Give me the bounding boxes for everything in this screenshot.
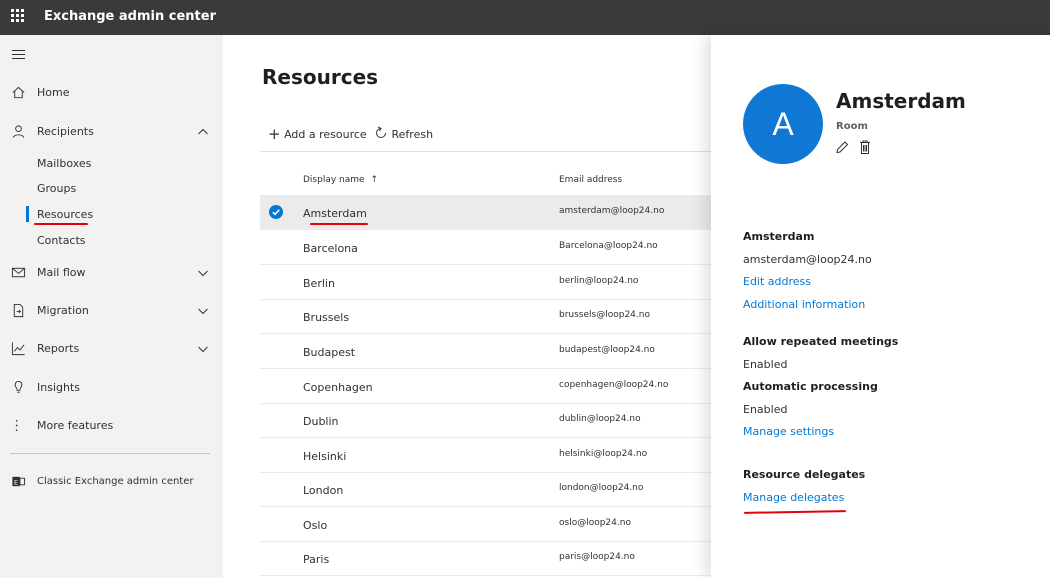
row-email: dublin@loop24.no <box>559 414 641 424</box>
plus-icon: + <box>268 125 281 143</box>
checkmark-icon[interactable] <box>269 205 283 219</box>
sidebar-item-contacts[interactable]: Contacts <box>37 234 86 247</box>
row-display-name: Brussels <box>303 311 350 324</box>
panel-title: Amsterdam <box>836 89 966 113</box>
contact-email: amsterdam@loop24.no <box>743 253 872 266</box>
main-content: Resources + Add a resource Refresh Displ… <box>223 35 711 578</box>
manage-delegates-link[interactable]: Manage delegates <box>743 491 844 504</box>
row-email: amsterdam@loop24.no <box>559 206 665 216</box>
nav-item-more-features[interactable]: More features <box>0 412 223 440</box>
row-email: budapest@loop24.no <box>559 345 655 355</box>
migration-icon <box>13 303 24 318</box>
sidebar-divider <box>10 453 210 454</box>
row-display-name: Berlin <box>303 277 335 290</box>
row-display-name: Copenhagen <box>303 381 373 394</box>
column-header-display-name[interactable]: Display name ↑ <box>303 175 378 185</box>
row-email: paris@loop24.no <box>559 552 635 562</box>
automatic-processing-value: Enabled <box>743 403 788 416</box>
row-display-name: Oslo <box>303 519 328 532</box>
nav-item-classic-eac[interactable]: E Classic Exchange admin center <box>0 468 223 496</box>
nav-item-insights[interactable]: Insights <box>0 374 223 402</box>
top-bar: Exchange admin center <box>0 0 1050 35</box>
table-row[interactable]: Barcelona Barcelona@loop24.no <box>260 230 711 265</box>
exchange-icon: E <box>12 476 26 486</box>
row-display-name: Dublin <box>303 415 339 428</box>
chevron-down-icon[interactable] <box>197 267 209 279</box>
table-row[interactable]: Oslo oslo@loop24.no <box>260 507 711 542</box>
nav-item-recipients[interactable]: Recipients <box>0 118 223 146</box>
sidebar-item-mailboxes[interactable]: Mailboxes <box>37 157 91 170</box>
home-icon <box>12 86 25 99</box>
nav-item-mail-flow[interactable]: Mail flow <box>0 259 223 287</box>
automatic-processing-heading: Automatic processing <box>743 380 878 393</box>
nav-item-home[interactable]: Home <box>0 79 223 107</box>
row-display-name: Amsterdam <box>303 207 367 220</box>
panel-subtitle: Room <box>836 121 868 132</box>
svg-text:E: E <box>14 478 18 486</box>
row-email: berlin@loop24.no <box>559 276 639 286</box>
manage-settings-link[interactable]: Manage settings <box>743 425 834 438</box>
edit-address-link[interactable]: Edit address <box>743 275 811 288</box>
resource-delegates-heading: Resource delegates <box>743 468 866 481</box>
column-header-email[interactable]: Email address <box>559 175 622 185</box>
more-icon <box>15 419 18 432</box>
mail-icon <box>11 267 26 278</box>
table-row[interactable]: Copenhagen copenhagen@loop24.no <box>260 369 711 404</box>
nav-item-migration[interactable]: Migration <box>0 297 223 325</box>
sidebar: Home Recipients Mailboxes Groups Resourc… <box>0 35 223 578</box>
row-display-name: London <box>303 484 344 497</box>
chevron-down-icon[interactable] <box>197 305 209 317</box>
hamburger-menu-icon[interactable] <box>12 50 25 62</box>
contact-heading: Amsterdam <box>743 230 815 243</box>
table-row[interactable]: London london@loop24.no <box>260 472 711 507</box>
chevron-up-icon[interactable] <box>197 126 209 138</box>
sidebar-item-groups[interactable]: Groups <box>37 182 76 195</box>
row-display-name: Barcelona <box>303 242 358 255</box>
row-display-name: Paris <box>303 553 330 566</box>
repeated-meetings-heading: Allow repeated meetings <box>743 335 899 348</box>
row-email: copenhagen@loop24.no <box>559 380 669 390</box>
command-bar-divider <box>260 151 711 152</box>
table-row[interactable]: Budapest budapest@loop24.no <box>260 334 711 369</box>
page-title: Resources <box>262 65 379 89</box>
row-email: helsinki@loop24.no <box>559 449 648 459</box>
table-row[interactable]: Berlin berlin@loop24.no <box>260 265 711 300</box>
row-email: london@loop24.no <box>559 483 644 493</box>
annotation-underline-resources <box>34 223 88 225</box>
table-row[interactable]: Dublin dublin@loop24.no <box>260 403 711 438</box>
annotation-underline-manage-delegates <box>743 510 847 514</box>
chevron-down-icon[interactable] <box>197 343 209 355</box>
refresh-icon <box>376 126 386 138</box>
selected-indicator <box>26 206 29 222</box>
refresh-button[interactable]: Refresh <box>374 124 433 141</box>
table-row[interactable]: Brussels brussels@loop24.no <box>260 299 711 334</box>
table-row[interactable]: Paris paris@loop24.no <box>260 541 711 576</box>
row-email: oslo@loop24.no <box>559 518 631 528</box>
add-resource-button[interactable]: + Add a resource <box>268 124 367 143</box>
annotation-underline-amsterdam <box>310 223 368 225</box>
edit-icon[interactable] <box>835 139 849 155</box>
row-email: Barcelona@loop24.no <box>559 241 658 251</box>
sort-ascending-icon: ↑ <box>370 175 378 185</box>
repeated-meetings-value: Enabled <box>743 358 788 371</box>
details-panel: A Amsterdam Room Amsterdam amsterdam@loo… <box>711 35 1050 578</box>
app-launcher-icon[interactable] <box>11 9 25 23</box>
row-display-name: Budapest <box>303 346 356 359</box>
row-display-name: Helsinki <box>303 450 347 463</box>
delete-icon[interactable] <box>858 139 872 155</box>
row-email: brussels@loop24.no <box>559 310 650 320</box>
sidebar-item-resources[interactable]: Resources <box>37 208 93 221</box>
app-title[interactable]: Exchange admin center <box>44 9 216 24</box>
person-icon <box>12 125 25 138</box>
table-row[interactable]: Helsinki helsinki@loop24.no <box>260 438 711 473</box>
lightbulb-icon <box>14 380 23 393</box>
chart-icon <box>11 342 25 356</box>
avatar: A <box>743 84 823 164</box>
additional-information-link[interactable]: Additional information <box>743 298 865 311</box>
nav-item-reports[interactable]: Reports <box>0 335 223 363</box>
